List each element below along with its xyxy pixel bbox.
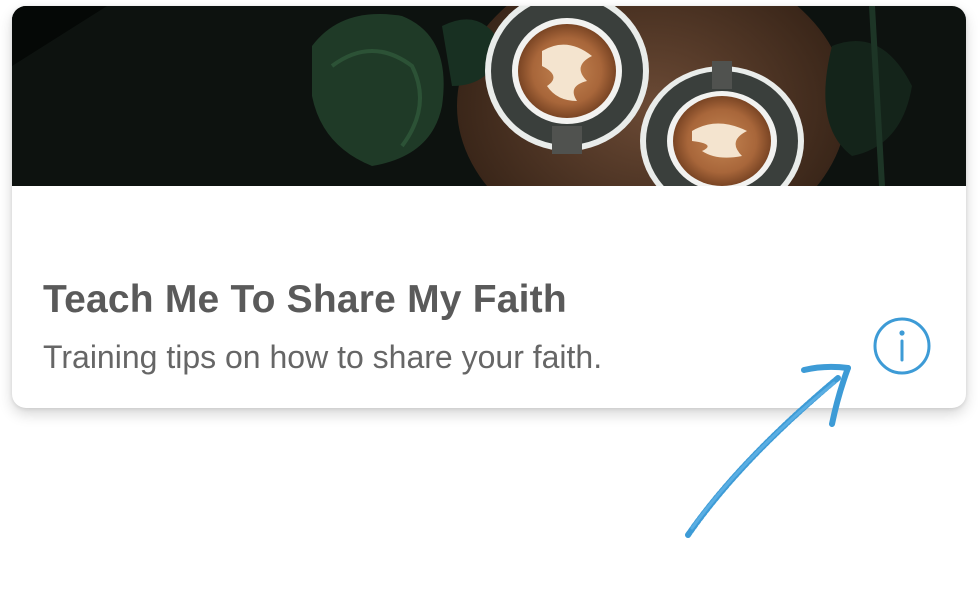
info-icon <box>873 317 931 375</box>
course-card[interactable]: Teach Me To Share My Faith Training tips… <box>12 6 966 408</box>
card-subtitle: Training tips on how to share your faith… <box>43 339 603 375</box>
hero-image <box>12 6 966 186</box>
info-button[interactable] <box>872 316 932 376</box>
card-title: Teach Me To Share My Faith <box>43 278 567 321</box>
